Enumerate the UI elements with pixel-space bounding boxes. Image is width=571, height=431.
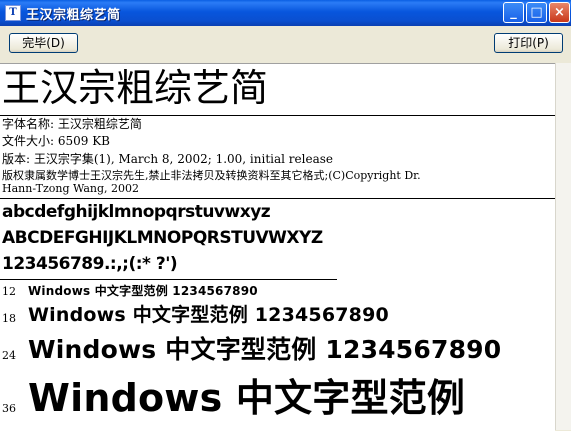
divider bbox=[0, 279, 337, 280]
size-label: 24 bbox=[2, 349, 16, 362]
sample-lowercase: abcdefghijklmnopqrstuvwxyz bbox=[2, 202, 271, 222]
font-name-large: 王汉宗粗综艺简 bbox=[2, 66, 269, 110]
sample-uppercase: ABCDEFGHIJKLMNOPQRSTUVWXYZ bbox=[2, 228, 323, 248]
close-button[interactable]: × bbox=[549, 2, 570, 23]
font-preview-area: 王汉宗粗综艺简 字体名称: 王汉宗粗综艺简 文件大小: 6509 KB 版本: … bbox=[0, 63, 555, 431]
version-info: 版本: 王汉宗字集(1), March 8, 2002; 1.00, initi… bbox=[2, 152, 333, 166]
size-label: 36 bbox=[2, 402, 16, 415]
copyright-info: 版权隶属数学博士王汉宗先生,禁止非法拷贝及转换资料至其它格式;(C)Copyri… bbox=[2, 169, 421, 182]
size-sample: Windows 中文字型范例 1234567890 bbox=[28, 335, 502, 364]
size-label: 12 bbox=[2, 285, 16, 298]
vertical-scrollbar[interactable] bbox=[555, 63, 571, 430]
size-label: 18 bbox=[2, 312, 16, 325]
file-size-info: 文件大小: 6509 KB bbox=[2, 134, 110, 148]
title-bar[interactable]: T 王汉宗粗综艺简 _ □ × bbox=[0, 0, 571, 26]
size-sample: Windows 中文字型范例 bbox=[28, 376, 466, 420]
divider bbox=[0, 198, 555, 199]
minimize-button[interactable]: _ bbox=[503, 2, 524, 23]
font-file-icon: T bbox=[5, 5, 21, 21]
print-button[interactable]: 打印(P) bbox=[494, 33, 563, 53]
size-sample: Windows 中文字型范例 1234567890 bbox=[28, 304, 389, 326]
done-button[interactable]: 完毕(D) bbox=[9, 33, 78, 53]
toolbar: 完毕(D) 打印(P) bbox=[0, 26, 571, 58]
size-sample: Windows 中文字型范例 1234567890 bbox=[28, 284, 258, 298]
font-name-info: 字体名称: 王汉宗粗综艺简 bbox=[2, 117, 142, 131]
copyright-info-cont: Hann-Tzong Wang, 2002 bbox=[2, 182, 140, 195]
sample-digits: 123456789.:,;(:* ?') bbox=[2, 254, 178, 274]
window-title: 王汉宗粗综艺简 bbox=[26, 8, 121, 23]
divider bbox=[0, 115, 555, 116]
maximize-button[interactable]: □ bbox=[526, 2, 547, 23]
